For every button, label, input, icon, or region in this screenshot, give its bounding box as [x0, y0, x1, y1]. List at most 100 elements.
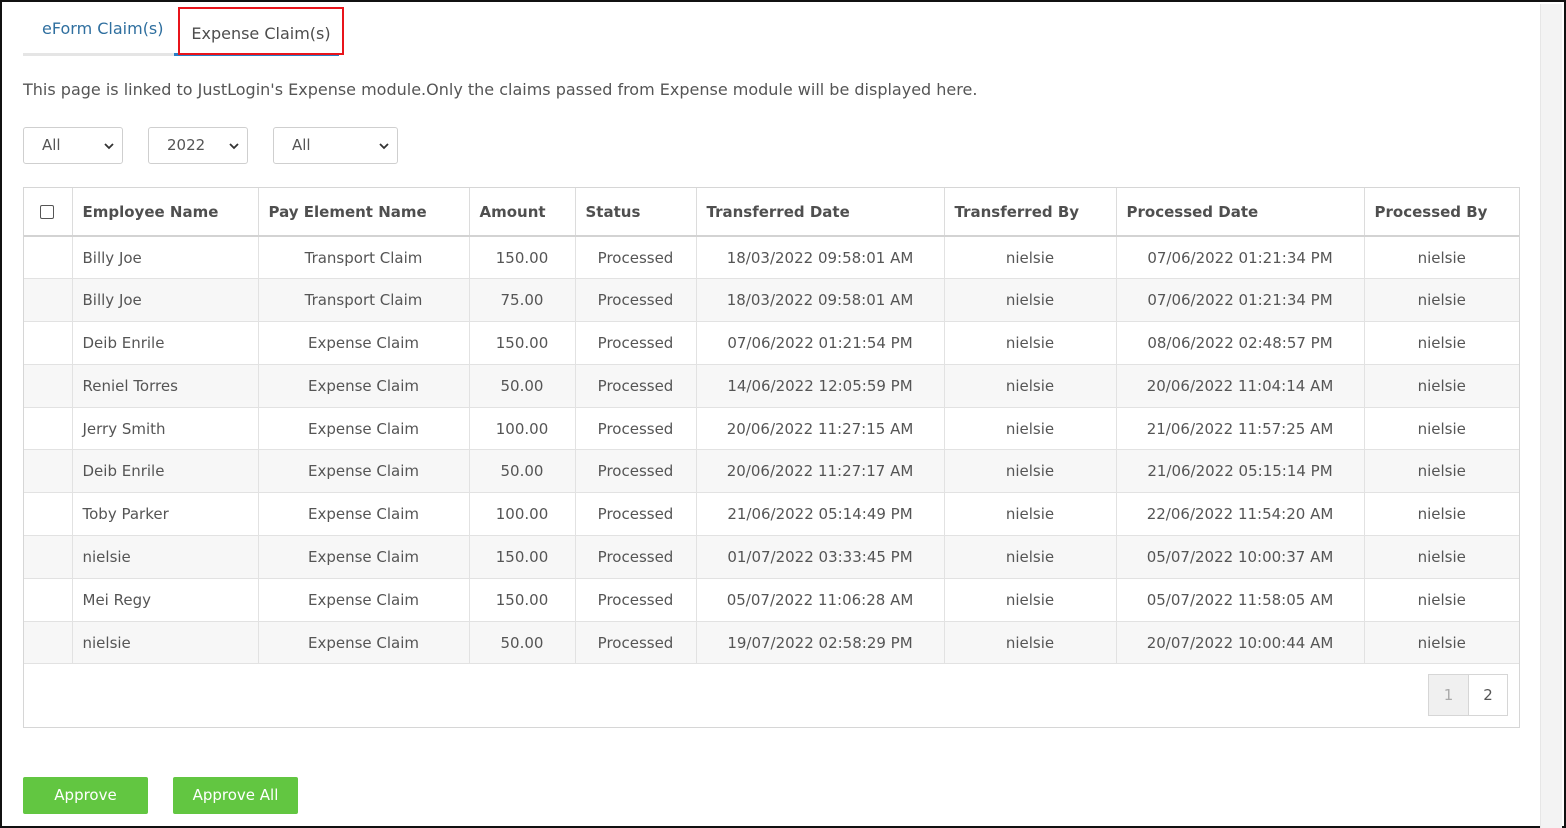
- table-cell: Expense Claim: [258, 492, 470, 537]
- table-cell: Processed: [575, 621, 697, 665]
- table-cell: nielsie: [944, 364, 1117, 408]
- header-employee-name[interactable]: Employee Name: [72, 188, 259, 237]
- table-cell: nielsie: [1364, 407, 1519, 451]
- table-cell: 20/07/2022 10:00:44 AM: [1116, 621, 1365, 665]
- table-cell: nielsie: [1364, 492, 1519, 537]
- table-cell: nielsie: [944, 535, 1117, 579]
- header-processed-by[interactable]: Processed By: [1364, 188, 1519, 237]
- table-row[interactable]: nielsie Expense Claim 150.00 Processed 01/07…: [24, 535, 1519, 579]
- table-cell: 05/07/2022 10:00:37 AM: [1116, 535, 1365, 579]
- table-cell: 20/06/2022 11:27:15 AM: [696, 407, 945, 451]
- table-cell: nielsie: [1364, 449, 1519, 494]
- table-cell: Processed: [575, 492, 697, 537]
- select-all-checkbox[interactable]: [40, 205, 55, 219]
- select-all-cell: [24, 188, 73, 237]
- filter-select-3[interactable]: All: [273, 127, 398, 164]
- table-row[interactable]: Billy Joe Transport Claim 75.00 Processed 18…: [24, 278, 1519, 323]
- row-select-cell[interactable]: [24, 407, 73, 451]
- table-cell: Transport Claim: [258, 278, 470, 323]
- table-cell: 50.00: [469, 621, 576, 665]
- table-cell: Expense Claim: [258, 535, 470, 579]
- table-cell: 18/03/2022 09:58:01 AM: [696, 236, 945, 280]
- table-cell: 21/06/2022 05:14:49 PM: [696, 492, 945, 537]
- table-cell: 05/07/2022 11:58:05 AM: [1116, 578, 1365, 622]
- table-cell: Mei Regy: [72, 578, 259, 622]
- row-select-cell[interactable]: [24, 535, 73, 579]
- table-row[interactable]: nielsie Expense Claim 50.00 Processed 19/07/…: [24, 621, 1519, 665]
- table-cell: 08/06/2022 02:48:57 PM: [1116, 321, 1365, 365]
- row-select-cell[interactable]: [24, 364, 73, 408]
- approve-all-button[interactable]: Approve All: [173, 777, 298, 814]
- table-cell: nielsie: [1364, 236, 1519, 280]
- table-cell: nielsie: [1364, 321, 1519, 365]
- table-cell: nielsie: [944, 621, 1117, 665]
- info-text: This page is linked to JustLogin's Expen…: [23, 80, 978, 99]
- table-row[interactable]: Mei Regy Expense Claim 150.00 Processed 05/0…: [24, 578, 1519, 622]
- table-row[interactable]: Jerry Smith Expense Claim 100.00 Processed 2…: [24, 407, 1519, 451]
- header-processed-date[interactable]: Processed Date: [1116, 188, 1365, 237]
- table-cell: Processed: [575, 321, 697, 365]
- table-cell: 100.00: [469, 492, 576, 537]
- header-transferred-date[interactable]: Transferred Date: [696, 188, 945, 237]
- table-cell: Expense Claim: [258, 578, 470, 622]
- table-cell: 07/06/2022 01:21:34 PM: [1116, 278, 1365, 323]
- table-cell: Reniel Torres: [72, 364, 259, 408]
- approve-button[interactable]: Approve: [23, 777, 148, 814]
- table-cell: nielsie: [944, 321, 1117, 365]
- table-row[interactable]: Reniel Torres Expense Claim 50.00 Processed…: [24, 364, 1519, 408]
- table-cell: nielsie: [944, 492, 1117, 537]
- row-select-cell[interactable]: [24, 578, 73, 622]
- tab-eform-claims[interactable]: eForm Claim(s): [42, 10, 164, 50]
- table-row[interactable]: Deib Enrile Expense Claim 150.00 Processed 0…: [24, 321, 1519, 365]
- page-1-button[interactable]: 1: [1428, 674, 1468, 716]
- row-select-cell[interactable]: [24, 321, 73, 365]
- table-cell: 150.00: [469, 578, 576, 622]
- row-select-cell[interactable]: [24, 278, 73, 323]
- table-cell: Deib Enrile: [72, 321, 259, 365]
- header-transferred-by[interactable]: Transferred By: [944, 188, 1117, 237]
- table-cell: nielsie: [72, 621, 259, 665]
- page-2-button[interactable]: 2: [1468, 674, 1508, 716]
- table-cell: 20/06/2022 11:04:14 AM: [1116, 364, 1365, 408]
- filter-select-1-value: All: [42, 136, 61, 154]
- table-cell: Billy Joe: [72, 236, 259, 280]
- table-cell: Processed: [575, 449, 697, 494]
- table-cell: nielsie: [944, 449, 1117, 494]
- header-amount[interactable]: Amount: [469, 188, 576, 237]
- table-cell: nielsie: [944, 278, 1117, 323]
- year-select[interactable]: 2022: [148, 127, 248, 164]
- table-cell: nielsie: [1364, 621, 1519, 665]
- pagination: 1 2: [1428, 674, 1508, 716]
- scrollbar-track[interactable]: [1540, 4, 1562, 828]
- table-cell: Expense Claim: [258, 407, 470, 451]
- page-frame: eForm Claim(s) Expense Claim(s) This pag…: [0, 0, 1566, 828]
- table-row[interactable]: Billy Joe Transport Claim 150.00 Processed 1…: [24, 236, 1519, 280]
- claims-table-container: Employee Name Pay Element Name Amount St…: [23, 187, 1520, 728]
- row-select-cell[interactable]: [24, 492, 73, 537]
- filter-select-1[interactable]: All: [23, 127, 123, 164]
- tab-expense-claims[interactable]: Expense Claim(s): [178, 7, 344, 55]
- table-cell: 14/06/2022 12:05:59 PM: [696, 364, 945, 408]
- row-select-cell[interactable]: [24, 449, 73, 494]
- table-cell: nielsie: [1364, 278, 1519, 323]
- table-cell: Processed: [575, 278, 697, 323]
- table-cell: 05/07/2022 11:06:28 AM: [696, 578, 945, 622]
- table-cell: 150.00: [469, 236, 576, 280]
- table-row[interactable]: Toby Parker Expense Claim 100.00 Processed 2…: [24, 492, 1519, 537]
- table-cell: 75.00: [469, 278, 576, 323]
- table-cell: Deib Enrile: [72, 449, 259, 494]
- row-select-cell[interactable]: [24, 621, 73, 665]
- chevron-down-icon: [379, 143, 389, 150]
- row-select-cell[interactable]: [24, 236, 73, 280]
- table-cell: Expense Claim: [258, 449, 470, 494]
- header-status[interactable]: Status: [575, 188, 697, 237]
- table-cell: 18/03/2022 09:58:01 AM: [696, 278, 945, 323]
- header-pay-element-name[interactable]: Pay Element Name: [258, 188, 470, 237]
- table-cell: 50.00: [469, 449, 576, 494]
- table-cell: 100.00: [469, 407, 576, 451]
- table-cell: 01/07/2022 03:33:45 PM: [696, 535, 945, 579]
- table-cell: 07/06/2022 01:21:54 PM: [696, 321, 945, 365]
- table-cell: Jerry Smith: [72, 407, 259, 451]
- table-cell: Processed: [575, 236, 697, 280]
- table-row[interactable]: Deib Enrile Expense Claim 50.00 Processed 20…: [24, 449, 1519, 494]
